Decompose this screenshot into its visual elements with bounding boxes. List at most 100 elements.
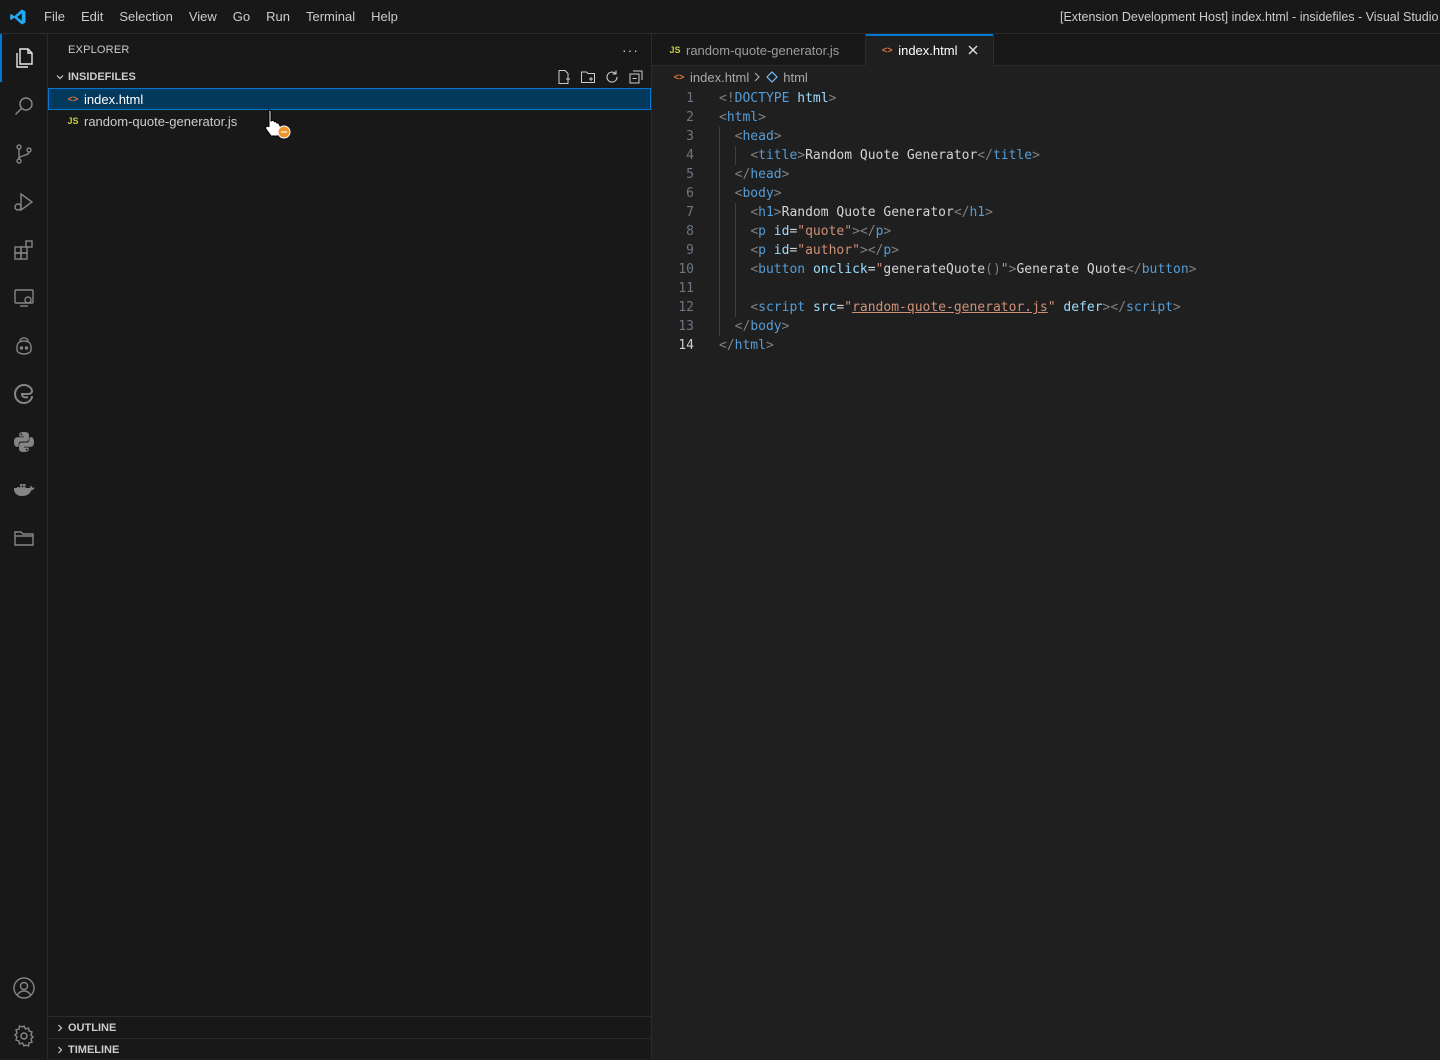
python-icon[interactable]	[0, 418, 48, 466]
code-line[interactable]: 2 <html>	[652, 108, 1440, 127]
refresh-icon[interactable]	[603, 68, 621, 86]
edge-tools-icon[interactable]	[0, 370, 48, 418]
code-token: title	[992, 148, 1033, 163]
breadcrumb: <> index.html html	[652, 66, 1440, 88]
copilot-icon[interactable]	[0, 322, 48, 370]
line-number: 4	[686, 148, 694, 163]
js-file-icon: JS	[669, 45, 681, 55]
breadcrumb-symbol[interactable]: html	[783, 70, 808, 85]
code-line[interactable]: 12 <script src="random-quote-generator.j…	[652, 298, 1440, 317]
line-content: <script src="random-quote-generator.js" …	[719, 298, 1181, 317]
menu-edit[interactable]: Edit	[73, 4, 111, 30]
html-file-icon: <>	[67, 94, 79, 104]
account-icon[interactable]	[0, 964, 48, 1012]
code-line[interactable]: 1 <!DOCTYPE html>	[652, 89, 1440, 108]
source-control-icon[interactable]	[0, 130, 48, 178]
code-line[interactable]: 6 <body>	[652, 184, 1440, 203]
breadcrumb-file[interactable]: index.html	[690, 70, 749, 85]
indent-guide	[719, 241, 720, 260]
collapse-all-icon[interactable]	[627, 68, 645, 86]
line-number: 8	[686, 224, 694, 239]
line-content: <title>Random Quote Generator</title>	[719, 146, 1040, 165]
indent-guide	[719, 298, 720, 317]
remote-explorer-icon[interactable]	[0, 274, 48, 322]
menu-view[interactable]: View	[181, 4, 225, 30]
code-token: Random Quote Generator	[805, 148, 978, 163]
indent-guide	[719, 222, 720, 241]
timeline-label: TIMELINE	[68, 1043, 120, 1056]
symbol-element-icon	[765, 70, 779, 84]
code-token: >	[1032, 148, 1040, 163]
vscode-logo-icon	[0, 0, 36, 34]
menu-help[interactable]: Help	[363, 4, 406, 30]
code-token: ></	[852, 224, 876, 239]
code-line[interactable]: 4 <title>Random Quote Generator</title>	[652, 146, 1440, 165]
menu-run[interactable]: Run	[258, 4, 298, 30]
extensions-icon[interactable]	[0, 226, 48, 274]
code-editor[interactable]: 1 <!DOCTYPE html> 2 <html> 3 <head> 4 <title>…	[652, 89, 1440, 355]
code-token: "quote"	[797, 224, 853, 239]
code-token: html	[726, 110, 759, 125]
code-token: <	[750, 262, 759, 277]
editor-area: JS random-quote-generator.js <> index.ht…	[652, 34, 1440, 1059]
line-number: 11	[678, 281, 694, 296]
code-line[interactable]: 14 </html>	[652, 336, 1440, 355]
line-content: <h1>Random Quote Generator</h1>	[719, 203, 993, 222]
code-token: html	[797, 91, 829, 106]
code-token: >	[891, 243, 900, 258]
docker-icon[interactable]	[0, 466, 48, 514]
code-line[interactable]: 10 <button onclick="generateQuote()">Gen…	[652, 260, 1440, 279]
menu-selection[interactable]: Selection	[111, 4, 180, 30]
run-debug-icon[interactable]	[0, 178, 48, 226]
menu-terminal[interactable]: Terminal	[298, 4, 363, 30]
code-line[interactable]: 8 <p id="quote"></p>	[652, 222, 1440, 241]
new-file-icon[interactable]	[555, 68, 573, 86]
outline-label: OUTLINE	[68, 1021, 117, 1034]
line-content: </body>	[719, 317, 790, 336]
menu-bar: File Edit Selection View Go Run Terminal…	[36, 0, 406, 34]
code-token: defer	[1063, 300, 1103, 315]
code-token: >	[773, 205, 782, 220]
line-number: 10	[678, 262, 694, 277]
code-token: </	[1126, 262, 1142, 277]
code-line[interactable]: 7 <h1>Random Quote Generator</h1>	[652, 203, 1440, 222]
code-line[interactable]: 3 <head>	[652, 127, 1440, 146]
close-icon[interactable]	[965, 42, 981, 58]
code-line[interactable]: 11	[652, 279, 1440, 298]
code-token: </	[977, 148, 993, 163]
code-token: </	[719, 338, 735, 353]
folder-actions	[555, 66, 645, 88]
file-item-random-quote-generator-js[interactable]: JS random-quote-generator.js	[48, 110, 651, 132]
file-item-index-html[interactable]: <> index.html	[48, 88, 651, 110]
explorer-icon[interactable]	[0, 34, 48, 82]
tab-index-html[interactable]: <> index.html	[866, 34, 995, 66]
line-number: 13	[678, 319, 694, 334]
line-content: </html>	[719, 336, 774, 355]
indent-guide	[734, 203, 736, 222]
folder-section-header[interactable]: INSIDEFILES	[48, 66, 651, 88]
timeline-section-header[interactable]: TIMELINE	[48, 1038, 652, 1060]
menu-file[interactable]: File	[36, 4, 73, 30]
tab-random-quote-generator-js[interactable]: JS random-quote-generator.js	[652, 34, 867, 66]
code-token: >	[781, 167, 790, 182]
search-icon[interactable]	[0, 82, 48, 130]
code-line[interactable]: 9 <p id="author"></p>	[652, 241, 1440, 260]
menu-go[interactable]: Go	[225, 4, 258, 30]
html-file-icon: <>	[673, 72, 685, 82]
settings-gear-icon[interactable]	[0, 1012, 48, 1060]
outline-section-header[interactable]: OUTLINE	[48, 1016, 652, 1038]
project-manager-icon[interactable]	[0, 514, 48, 562]
code-line[interactable]: 5 </head>	[652, 165, 1440, 184]
indent-guide	[734, 222, 736, 241]
tab-label: random-quote-generator.js	[686, 42, 840, 58]
active-indicator	[0, 34, 2, 82]
code-line[interactable]: 13 </body>	[652, 317, 1440, 336]
code-token: id	[773, 243, 790, 258]
more-actions-icon[interactable]: ···	[622, 42, 639, 58]
new-folder-icon[interactable]	[579, 68, 597, 86]
